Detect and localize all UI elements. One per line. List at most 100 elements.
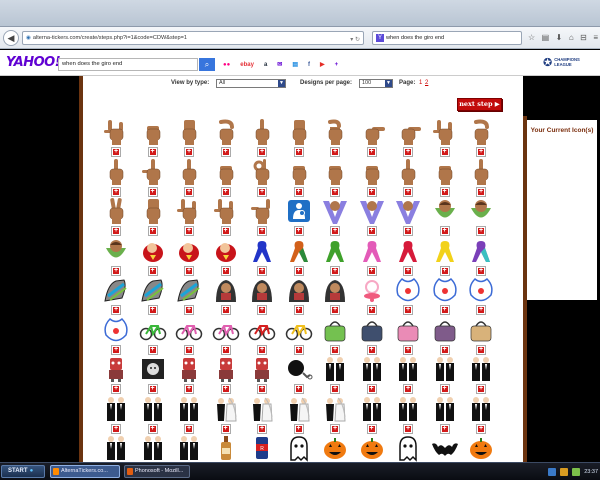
icon-option[interactable] [429, 353, 461, 397]
icon-option[interactable] [429, 274, 461, 318]
icon-option[interactable] [465, 353, 497, 397]
icon-option[interactable] [100, 393, 132, 437]
nursing-sign-icon[interactable] [285, 197, 313, 225]
pumpkin-icon[interactable] [321, 434, 349, 462]
ribbon-multi-icon[interactable] [285, 237, 313, 265]
icon-option[interactable] [465, 195, 497, 239]
ribbon-purple-icon[interactable] [467, 237, 495, 265]
icon-option[interactable] [429, 156, 461, 200]
icon-option[interactable] [356, 116, 388, 160]
r-icon[interactable] [560, 467, 569, 476]
icon-option[interactable] [356, 314, 388, 358]
icon-option[interactable] [100, 353, 132, 397]
hand-fist-icon[interactable] [321, 158, 349, 186]
icon-option[interactable] [137, 314, 169, 358]
icon-option[interactable] [356, 195, 388, 239]
menu-icon[interactable]: ≡ [593, 31, 598, 45]
icon-option[interactable] [465, 156, 497, 200]
couple-black-icon[interactable] [467, 395, 495, 423]
bicycle-yellow-icon[interactable] [285, 316, 313, 344]
hand-ok-icon[interactable] [248, 158, 276, 186]
facebook-shortcut-icon[interactable]: f [306, 59, 312, 71]
couple-black-icon[interactable] [139, 434, 167, 462]
icon-option[interactable] [392, 432, 424, 462]
couple-black-icon[interactable] [431, 395, 459, 423]
icon-option[interactable] [392, 353, 424, 397]
per-page-select[interactable]: 100 ▼ [359, 79, 393, 88]
icon-option[interactable] [283, 314, 315, 358]
icon-option[interactable] [392, 235, 424, 279]
icon-option[interactable] [283, 393, 315, 437]
icon-option[interactable] [392, 116, 424, 160]
pumpkin-icon[interactable] [358, 434, 386, 462]
icon-option[interactable] [173, 314, 205, 358]
icon-option[interactable] [392, 393, 424, 437]
icon-option[interactable] [319, 274, 351, 318]
monster-doll-icon[interactable] [102, 355, 130, 383]
ghost-icon[interactable] [394, 434, 422, 462]
pacifier-icon[interactable] [358, 276, 386, 304]
icon-option[interactable] [319, 314, 351, 358]
icon-option[interactable] [137, 393, 169, 437]
amazon-shortcut-icon[interactable]: a [262, 59, 269, 71]
icon-option[interactable] [137, 235, 169, 279]
ball-and-chain-icon[interactable] [285, 355, 313, 383]
bicycle-pink-icon[interactable] [175, 316, 203, 344]
bib-icon[interactable] [431, 276, 459, 304]
couple-black-icon[interactable] [358, 355, 386, 383]
hand-flat-icon[interactable] [285, 118, 313, 146]
icon-option[interactable] [137, 116, 169, 160]
task-firefox[interactable]: Phonosoft - Mozill... [124, 465, 190, 478]
icon-option[interactable] [465, 235, 497, 279]
ribbon-pink-icon[interactable] [358, 237, 386, 265]
icon-option[interactable] [429, 393, 461, 437]
icon-option[interactable] [210, 156, 242, 200]
icon-option[interactable] [173, 116, 205, 160]
bag-navy-icon[interactable] [358, 316, 386, 344]
hand-y-icon[interactable] [248, 197, 276, 225]
v-baby-purple-icon[interactable] [394, 197, 422, 225]
baby-green-leaf-icon[interactable] [431, 197, 459, 225]
baby-red-pod-icon[interactable] [175, 237, 203, 265]
icon-option[interactable] [319, 235, 351, 279]
icon-option[interactable] [173, 353, 205, 397]
hand-point-up-icon[interactable] [394, 158, 422, 186]
bib-icon[interactable] [467, 276, 495, 304]
news-shortcut-icon[interactable]: ▤ [290, 59, 300, 71]
icon-option[interactable] [173, 274, 205, 318]
couple-black-icon[interactable] [102, 395, 130, 423]
hand-ily-icon[interactable] [212, 197, 240, 225]
icon-option[interactable] [392, 156, 424, 200]
icon-option[interactable] [137, 195, 169, 239]
reload-icon[interactable]: ▾ ↻ [350, 34, 360, 44]
icon-option[interactable] [173, 156, 205, 200]
icon-option[interactable] [429, 432, 461, 462]
download-icon[interactable]: ⬇ [556, 31, 563, 45]
icon-option[interactable] [356, 235, 388, 279]
yahoo-logo[interactable]: YAHOO! [6, 55, 61, 70]
baby-red-pod-icon[interactable] [212, 237, 240, 265]
icon-option[interactable] [283, 156, 315, 200]
hand-ily-icon[interactable] [175, 197, 203, 225]
hand-fist-icon[interactable] [139, 118, 167, 146]
bag-green-icon[interactable] [321, 316, 349, 344]
car-seat-icon[interactable] [139, 276, 167, 304]
champions-league-link[interactable]: ✪ CHAMPIONS LEAGUE [543, 56, 580, 69]
icon-option[interactable] [100, 116, 132, 160]
icon-option[interactable] [100, 195, 132, 239]
couple-veil-icon[interactable] [212, 395, 240, 423]
task-alternatickers[interactable]: AlternaTickers.co... [50, 465, 120, 478]
icon-option[interactable] [356, 353, 388, 397]
car-seat-baby-icon[interactable] [212, 276, 240, 304]
browser-search-bar[interactable]: Ywhen does the giro end [372, 31, 522, 45]
bag-pink-icon[interactable] [394, 316, 422, 344]
icon-option[interactable] [392, 274, 424, 318]
monster-doll-icon[interactable] [248, 355, 276, 383]
icon-option[interactable] [210, 195, 242, 239]
ribbon-red-icon[interactable] [394, 237, 422, 265]
hand-point-up-icon[interactable] [467, 158, 495, 186]
icon-option[interactable] [210, 116, 242, 160]
icon-option[interactable] [465, 432, 497, 462]
hand-flat-icon[interactable] [175, 118, 203, 146]
v-baby-purple-icon[interactable] [358, 197, 386, 225]
